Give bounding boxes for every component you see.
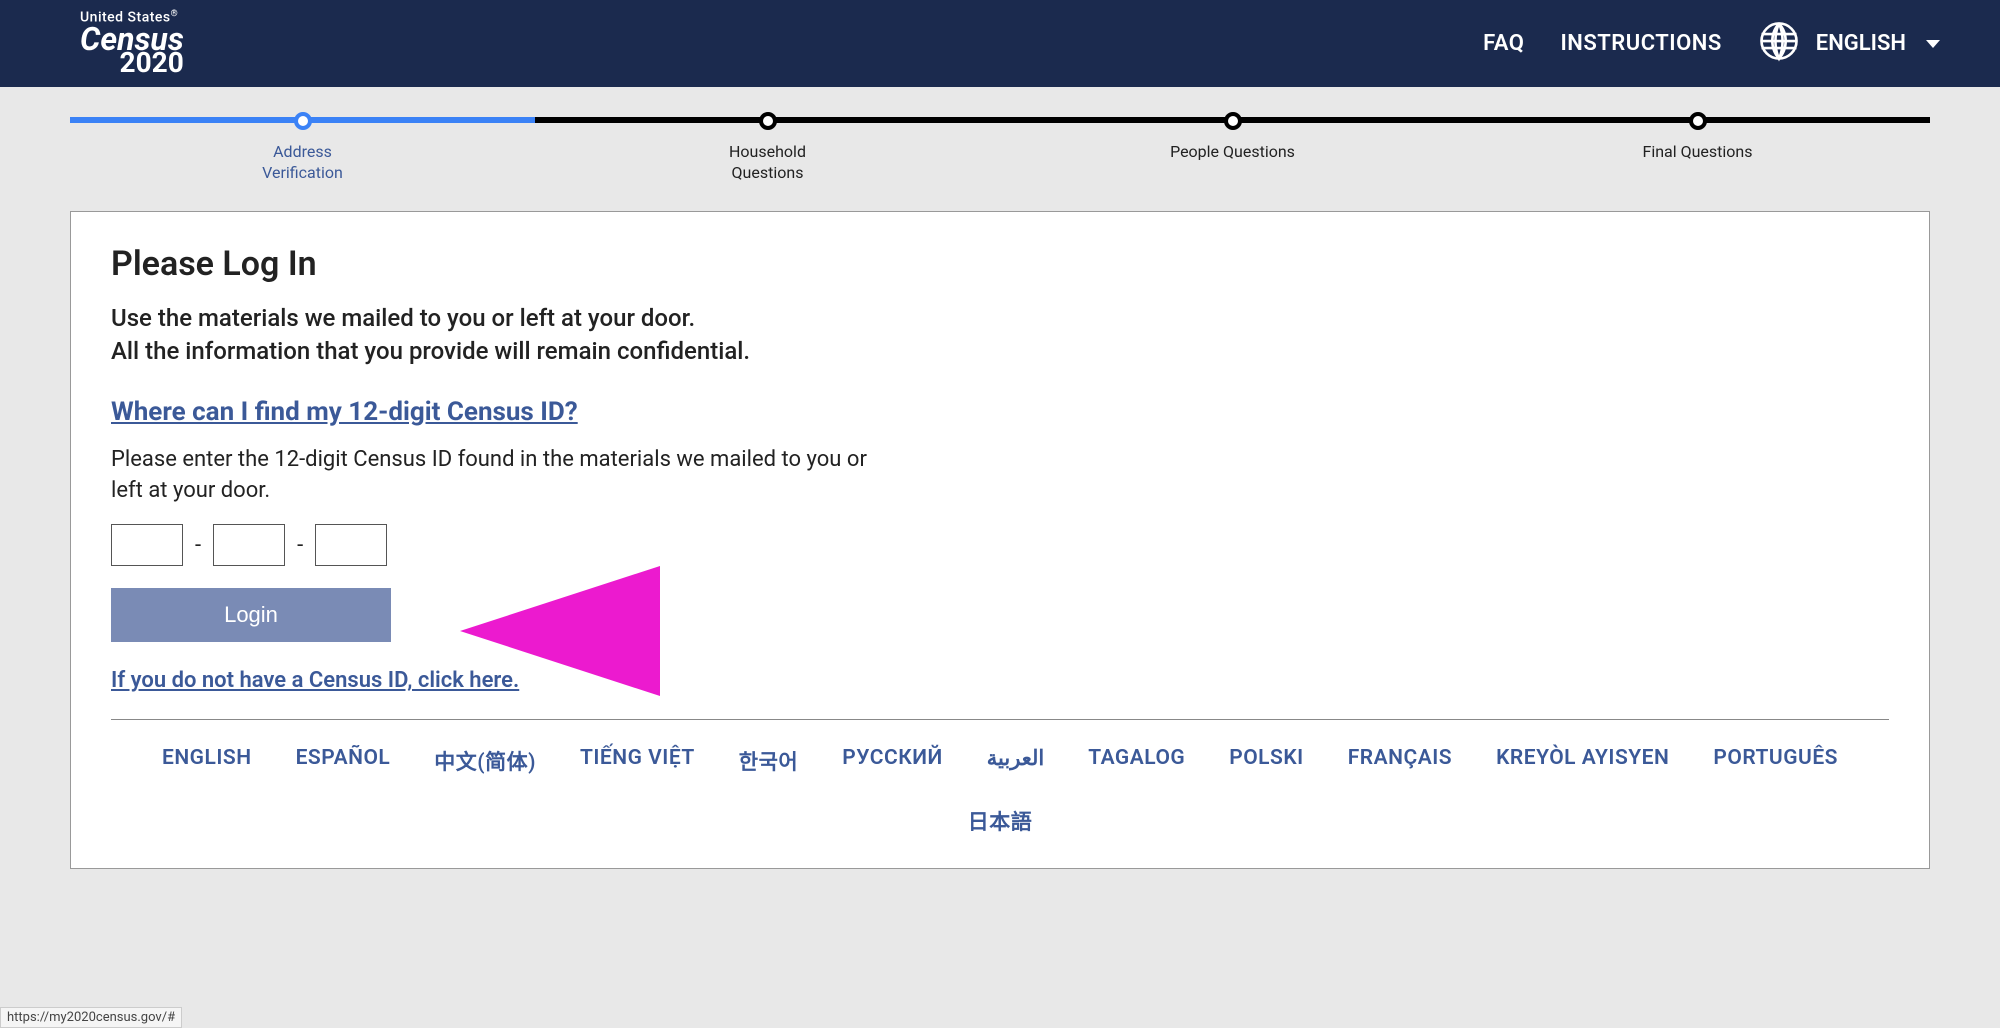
page-title: Please Log In xyxy=(111,244,1889,284)
no-census-id-link[interactable]: If you do not have a Census ID, click he… xyxy=(111,668,1889,693)
divider xyxy=(111,719,1889,720)
globe-icon xyxy=(1758,20,1800,68)
step-label-line1: People Questions xyxy=(1170,142,1295,161)
step-label-line2: Questions xyxy=(732,163,804,182)
step-dot xyxy=(294,112,312,130)
header-nav: FAQ INSTRUCTIONS ENGLISH xyxy=(1483,20,1940,68)
census-id-segment-3[interactable] xyxy=(315,524,387,566)
lang-french[interactable]: FRANÇAIS xyxy=(1348,746,1452,776)
chevron-down-icon xyxy=(1926,40,1940,48)
step-final-questions: Final Questions xyxy=(1465,112,1930,184)
step-label-line1: Address xyxy=(273,142,332,161)
login-card: Please Log In Use the materials we maile… xyxy=(70,211,1930,870)
status-bar-url: https://my2020census.gov/# xyxy=(0,1007,182,1028)
subtitle-line2: All the information that you provide wil… xyxy=(111,337,750,365)
language-list: ENGLISH ESPAÑOL 中文(简体) TIẾNG VIỆT 한국어 РУ… xyxy=(111,746,1889,836)
lang-polish[interactable]: POLSKI xyxy=(1229,746,1303,776)
lang-chinese[interactable]: 中文(简体) xyxy=(434,746,536,776)
census-id-segment-2[interactable] xyxy=(213,524,285,566)
login-button[interactable]: Login xyxy=(111,588,391,642)
faq-link[interactable]: FAQ xyxy=(1483,31,1524,56)
language-switcher[interactable]: ENGLISH xyxy=(1758,20,1940,68)
step-label-line1: Household xyxy=(729,142,806,161)
step-dot xyxy=(1224,112,1242,130)
header: United States® Census 2020 FAQ INSTRUCTI… xyxy=(0,0,2000,87)
step-label-line1: Final Questions xyxy=(1642,142,1752,161)
census-id-instruction: Please enter the 12-digit Census ID foun… xyxy=(111,445,871,507)
lang-portuguese[interactable]: PORTUGUÊS xyxy=(1713,746,1838,776)
step-dot xyxy=(759,112,777,130)
page-subtitle: Use the materials we mailed to you or le… xyxy=(111,302,1889,369)
lang-arabic[interactable]: العربية xyxy=(987,746,1044,776)
language-current: ENGLISH xyxy=(1816,31,1906,56)
step-dot xyxy=(1689,112,1707,130)
census-logo: United States® Census 2020 xyxy=(80,10,184,77)
lang-japanese[interactable]: 日本語 xyxy=(968,806,1033,836)
logo-registered: ® xyxy=(171,9,179,19)
lang-tagalog[interactable]: TAGALOG xyxy=(1088,746,1185,776)
lang-haitian[interactable]: KREYÒL AYISYEN xyxy=(1496,746,1669,776)
subtitle-line1: Use the materials we mailed to you or le… xyxy=(111,304,695,332)
lang-russian[interactable]: РУССКИЙ xyxy=(842,746,943,776)
step-address-verification: Address Verification xyxy=(70,112,535,184)
step-people-questions: People Questions xyxy=(1000,112,1465,184)
lang-vietnamese[interactable]: TIẾNG VIỆT xyxy=(580,746,695,776)
dash-separator: - xyxy=(195,533,201,558)
find-census-id-link[interactable]: Where can I find my 12-digit Census ID? xyxy=(111,397,1889,427)
step-label-line2: Verification xyxy=(262,163,343,182)
instructions-link[interactable]: INSTRUCTIONS xyxy=(1560,31,1721,56)
dash-separator: - xyxy=(297,533,303,558)
lang-spanish[interactable]: ESPAÑOL xyxy=(296,746,391,776)
progress-tracker: Address Verification Household Questions… xyxy=(0,87,2000,211)
lang-korean[interactable]: 한국어 xyxy=(739,746,798,776)
step-household-questions: Household Questions xyxy=(535,112,1000,184)
census-id-segment-1[interactable] xyxy=(111,524,183,566)
lang-english[interactable]: ENGLISH xyxy=(162,746,252,776)
census-id-inputs: - - xyxy=(111,524,1889,566)
